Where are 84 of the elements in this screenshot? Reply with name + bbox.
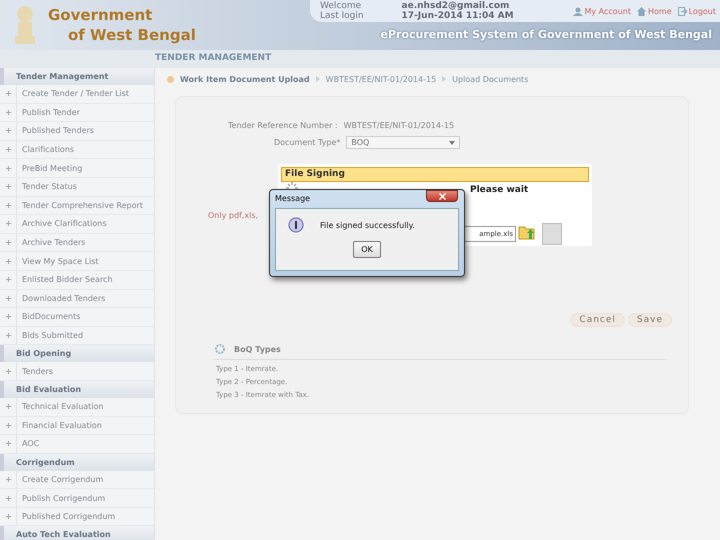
boq-title: BoQ Types	[234, 344, 281, 354]
sidebar-item[interactable]: Downloaded Tenders	[22, 294, 106, 303]
plus-icon	[6, 202, 10, 208]
field-label: Document Type*	[274, 138, 340, 147]
arrow-icon	[316, 76, 320, 82]
plus-icon	[6, 514, 10, 520]
plus-icon	[6, 258, 10, 264]
logo-text: of West Bengal	[67, 25, 196, 45]
info-icon	[288, 217, 304, 233]
plus-icon	[6, 496, 10, 501]
plus-icon	[6, 476, 10, 482]
ok-button[interactable]: OK	[353, 241, 381, 258]
plus-icon	[6, 422, 10, 428]
header-link[interactable]: Logout	[688, 6, 716, 16]
plus-icon	[6, 184, 10, 190]
sidebar-item[interactable]: PreBid Meeting	[22, 164, 82, 173]
form-button[interactable]: Cancel	[570, 313, 625, 327]
sidebar-item[interactable]: Published Corrigendum	[22, 512, 116, 522]
file-signing-title: File Signing	[281, 167, 589, 182]
sidebar-item[interactable]: Publish Corrigendum	[22, 494, 106, 503]
file-type-note: Only pdf,xls,	[208, 211, 258, 220]
message-text: File signed successfully.	[320, 220, 415, 230]
plus-icon	[6, 240, 10, 246]
sidebar-heading: Corrigendum	[0, 454, 154, 471]
logo-text: Government	[48, 5, 154, 25]
last-login-time: 17-Jun-2014 11:04 AM	[402, 11, 514, 21]
user-icon	[572, 6, 582, 16]
sidebar-item[interactable]: Archive Tenders	[22, 238, 86, 248]
close-button[interactable]	[426, 190, 458, 202]
sidebar-item[interactable]: Published Tenders	[22, 126, 94, 136]
sidebar-item[interactable]: BidDocuments	[22, 312, 80, 322]
plus-icon	[6, 333, 10, 338]
sidebar-item[interactable]: Archive Clarifications	[22, 219, 107, 228]
close-icon	[438, 192, 446, 200]
sidebar-item[interactable]: Create Corrigendum	[22, 474, 104, 484]
header-link[interactable]: My Account	[584, 6, 631, 16]
plus-icon	[6, 110, 10, 115]
sidebar-item[interactable]: Technical Evaluation	[22, 402, 104, 412]
plus-icon	[6, 166, 10, 171]
status-text: Please wait	[470, 185, 528, 195]
section-title: TENDER MANAGEMENT	[155, 52, 272, 65]
sidebar-item[interactable]: Tender Status	[22, 182, 77, 192]
sidebar-item[interactable]: Enlisted Bidder Search	[22, 275, 113, 284]
sidebar-item[interactable]: Bids Submitted	[22, 331, 84, 340]
sidebar-heading: Bid Evaluation	[0, 380, 154, 398]
document-type-select[interactable]: BOQ	[346, 136, 460, 149]
system-title: eProcurement System of Government of West Bengal	[380, 27, 713, 41]
sidebar-item[interactable]: Tender Comprehensive Report	[22, 200, 143, 210]
plus-icon	[6, 147, 10, 152]
sidebar-item[interactable]: Clarifications	[22, 145, 74, 154]
plus-icon	[6, 91, 10, 96]
bullet-icon	[167, 76, 174, 82]
plus-icon	[6, 221, 10, 226]
plus-icon	[6, 314, 10, 320]
sidebar-item[interactable]: Create Tender / Tender List	[22, 89, 130, 98]
welcome-label: Welcome	[320, 1, 362, 11]
plus-icon	[6, 404, 10, 410]
sidebar-heading: Auto Tech Evaluation	[0, 526, 154, 540]
breadcrumb-item: WBTEST/EE/NIT-01/2014-15	[326, 74, 436, 84]
breadcrumb-item: Work Item Document Upload	[180, 74, 310, 84]
last-login-label: Last login	[320, 11, 364, 21]
dialog-title: Message	[275, 193, 312, 205]
dropdown-arrow-icon	[449, 140, 456, 144]
arrow-icon	[442, 76, 446, 82]
plus-icon	[6, 441, 10, 446]
breadcrumb-item: Upload Documents	[452, 74, 528, 84]
home-icon	[636, 6, 646, 16]
sidebar-item[interactable]: View My Space List	[22, 256, 99, 266]
user-email: ae.nhsd2@gmail.com	[402, 1, 510, 11]
sidebar-heading: Tender Management	[0, 68, 154, 85]
sidebar-item[interactable]: AOC	[22, 439, 40, 448]
plus-icon	[6, 277, 10, 282]
sidebar-heading: Bid Opening	[0, 345, 154, 362]
sidebar-item[interactable]: Publish Tender	[22, 108, 80, 117]
logout-icon	[678, 6, 687, 16]
sidebar-item[interactable]: Financial Evaluation	[22, 420, 102, 430]
plus-icon	[6, 368, 10, 374]
header-link[interactable]: Home	[648, 6, 672, 16]
plus-icon	[6, 296, 10, 301]
sidebar-item[interactable]: Tenders	[22, 366, 53, 376]
plus-icon	[6, 128, 10, 134]
field-label: Tender Reference Number :	[228, 121, 338, 130]
reference-value: WBTEST/EE/NIT-01/2014-15	[344, 121, 454, 130]
form-button[interactable]: Save	[628, 313, 672, 327]
